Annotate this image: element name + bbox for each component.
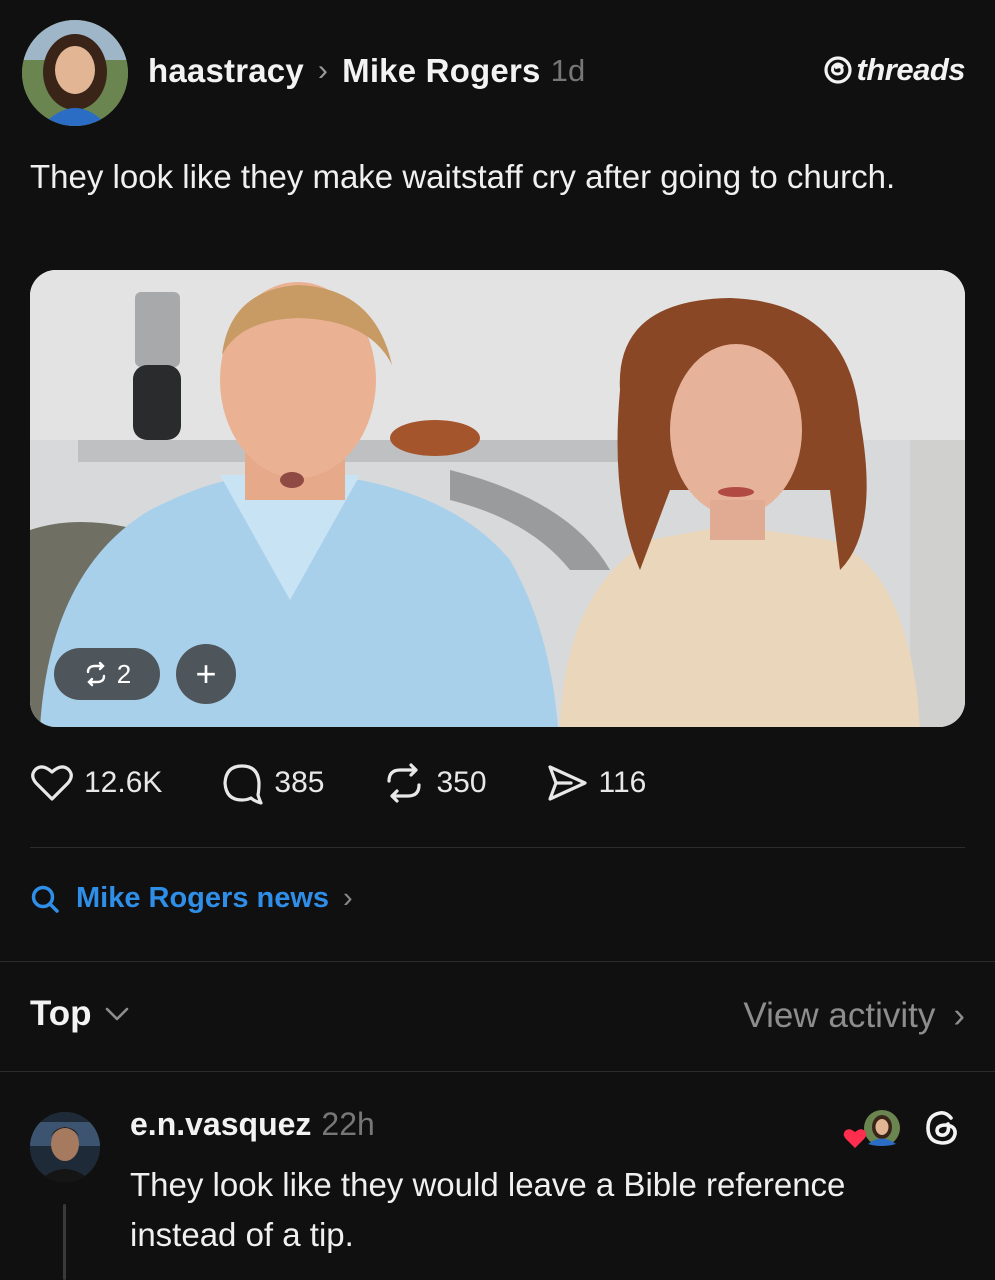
add-button[interactable]: + [176, 644, 236, 704]
repost-count: 2 [116, 658, 132, 689]
commenter-avatar[interactable] [30, 1112, 100, 1182]
threads-brand: threads [823, 52, 966, 88]
sort-label: Top [30, 994, 92, 1033]
post-time: 1d [550, 53, 586, 88]
comment-header: e.n.vasquez 22h [130, 1106, 375, 1143]
heart-icon [31, 765, 73, 801]
reply-button[interactable]: 385 [220, 761, 324, 805]
chevron-down-icon [105, 1007, 128, 1021]
plus-icon: + [195, 653, 217, 694]
video-frame [30, 270, 965, 727]
reply-count: 385 [274, 766, 325, 799]
view-activity-link[interactable]: View activity › [743, 996, 965, 1036]
post-header: haastracy › Mike Rogers 1d [148, 48, 585, 94]
comment-icon [223, 764, 264, 805]
repost-icon [387, 763, 422, 803]
heart-icon [843, 1129, 867, 1148]
threads-logo-icon[interactable] [920, 1106, 964, 1150]
reply-separator: › [317, 54, 329, 87]
repost-count-stat: 350 [436, 766, 487, 799]
share-icon [547, 765, 587, 801]
repost-button[interactable]: 350 [382, 761, 487, 805]
author-username[interactable]: haastracy [148, 52, 304, 90]
author-liked-badge [842, 1108, 902, 1152]
sort-dropdown[interactable]: Top [30, 994, 130, 1034]
reply-to-user[interactable]: Mike Rogers [342, 52, 540, 90]
comment-time: 22h [321, 1106, 375, 1142]
chevron-right-icon: › [953, 996, 965, 1035]
chevron-right-icon: › [343, 882, 353, 914]
like-button[interactable]: 12.6K [30, 763, 162, 803]
share-count: 116 [598, 766, 647, 799]
reply-thread-line [63, 1204, 66, 1280]
related-search-label: Mike Rogers news [76, 882, 330, 914]
post-text: They look like they make waitstaff cry a… [30, 158, 896, 195]
author-avatar[interactable] [22, 20, 128, 126]
search-icon [31, 885, 59, 913]
related-search-link[interactable]: Mike Rogers news › [30, 882, 353, 915]
post-actions: 12.6K 385 350 116 [30, 758, 704, 808]
commenter-username[interactable]: e.n.vasquez [130, 1106, 311, 1143]
divider-middle [0, 961, 995, 962]
view-activity-label: View activity [743, 996, 936, 1035]
post-video[interactable]: 2 + [30, 270, 965, 727]
divider-bottom [0, 1071, 995, 1072]
threads-logo-icon [823, 56, 852, 84]
brand-label: threads [856, 52, 966, 87]
repost-count-pill[interactable]: 2 [54, 648, 160, 700]
divider-top [30, 847, 965, 848]
repost-icon [86, 661, 105, 687]
comment-text: They look like they would leave a Bible … [130, 1166, 846, 1253]
like-count: 12.6K [84, 766, 163, 799]
share-button[interactable]: 116 [545, 761, 647, 805]
